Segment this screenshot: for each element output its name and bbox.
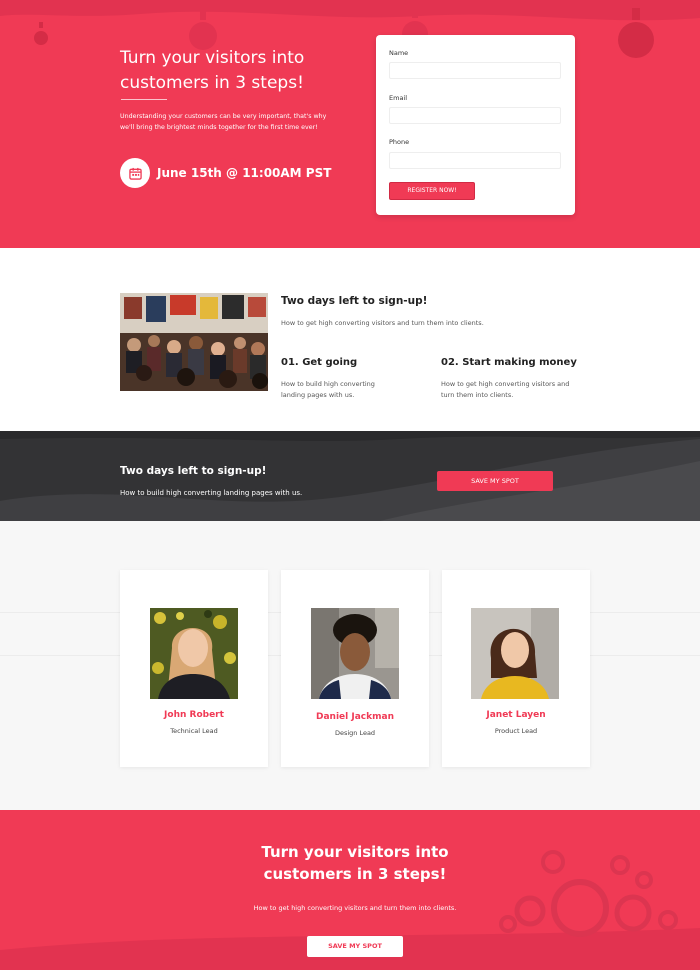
team-section: John Robert Technical Lead Daniel Jackma… [0,521,700,810]
step-1-description: How to build high converting landing pag… [281,379,421,401]
info-title: Two days left to sign-up! [281,295,428,307]
hero-description-line: we'll bring the brightest minds together… [120,124,318,131]
phone-field[interactable] [389,152,561,169]
cta-subtitle: How to build high converting landing pag… [120,489,303,497]
audience-photo [120,293,268,391]
team-card: Janet Layen Product Lead [442,570,590,767]
team-member-photo [150,608,238,699]
save-my-spot-button[interactable]: SAVE MY SPOT [437,471,553,491]
team-member-name: Janet Layen [486,710,546,720]
step-1-title: 01. Get going [281,357,358,368]
team-member-name: Daniel Jackman [316,712,394,722]
registration-form: Name Email Phone REGISTER NOW! [376,35,575,215]
register-button[interactable]: REGISTER NOW! [389,182,475,200]
info-section: Two days left to sign-up! How to get hig… [0,248,700,431]
hero-divider [121,99,167,100]
team-member-role: Design Lead [334,729,376,737]
info-subtitle: How to get high converting visitors and … [281,319,484,327]
signup-cta-section: Two days left to sign-up! How to build h… [0,431,700,521]
team-card: John Robert Technical Lead [120,570,268,767]
bottom-cta-section: Turn your visitors into customers in 3 s… [0,810,700,970]
hero-description: Understanding your customers can be very… [120,111,370,133]
phone-label: Phone [389,138,410,146]
bottom-title-line: Turn your visitors into [261,843,449,861]
bottom-title-line: customers in 3 steps! [263,865,447,883]
team-member-photo [311,608,399,699]
step-2-description-line: How to get high converting visitors and [441,380,570,388]
event-date-text: June 15th @ 11:00AM PST [157,166,332,180]
team-member-name: John Robert [164,710,224,720]
team-member-role: Technical Lead [170,727,218,735]
step-1-description-line: How to build high converting [281,380,375,388]
cta-title: Two days left to sign-up! [120,465,267,477]
step-2-description-line: turn them into clients. [441,391,514,399]
email-label: Email [389,94,408,102]
bottom-subtitle: How to get high converting visitors and … [253,904,457,912]
step-1-description-line: landing pages with us. [281,391,355,399]
save-my-spot-button[interactable]: SAVE MY SPOT [307,936,403,957]
name-field[interactable] [389,62,561,79]
email-field[interactable] [389,107,561,124]
hero-title-line: Turn your visitors into [120,48,305,68]
hero-description-line: Understanding your customers can be very… [120,113,327,120]
team-card: Daniel Jackman Design Lead [281,570,429,767]
team-member-role: Product Lead [494,727,538,735]
step-2-title: 02. Start making money [441,357,577,368]
bottom-title: Turn your visitors into customers in 3 s… [0,841,700,885]
calendar-icon [120,158,150,188]
team-member-photo [471,608,559,699]
event-date: June 15th @ 11:00AM PST [120,158,331,188]
step-2-description: How to get high converting visitors and … [441,379,601,401]
hero-title: Turn your visitors into customers in 3 s… [120,46,360,96]
name-label: Name [389,49,409,57]
hero-title-line: customers in 3 steps! [120,73,304,93]
ornament-decoration [34,22,48,45]
hero-section: Turn your visitors into customers in 3 s… [0,0,700,248]
ornament-decoration [618,8,654,58]
cta-wave-decoration [0,431,700,521]
hero-wave-decoration [0,0,700,21]
